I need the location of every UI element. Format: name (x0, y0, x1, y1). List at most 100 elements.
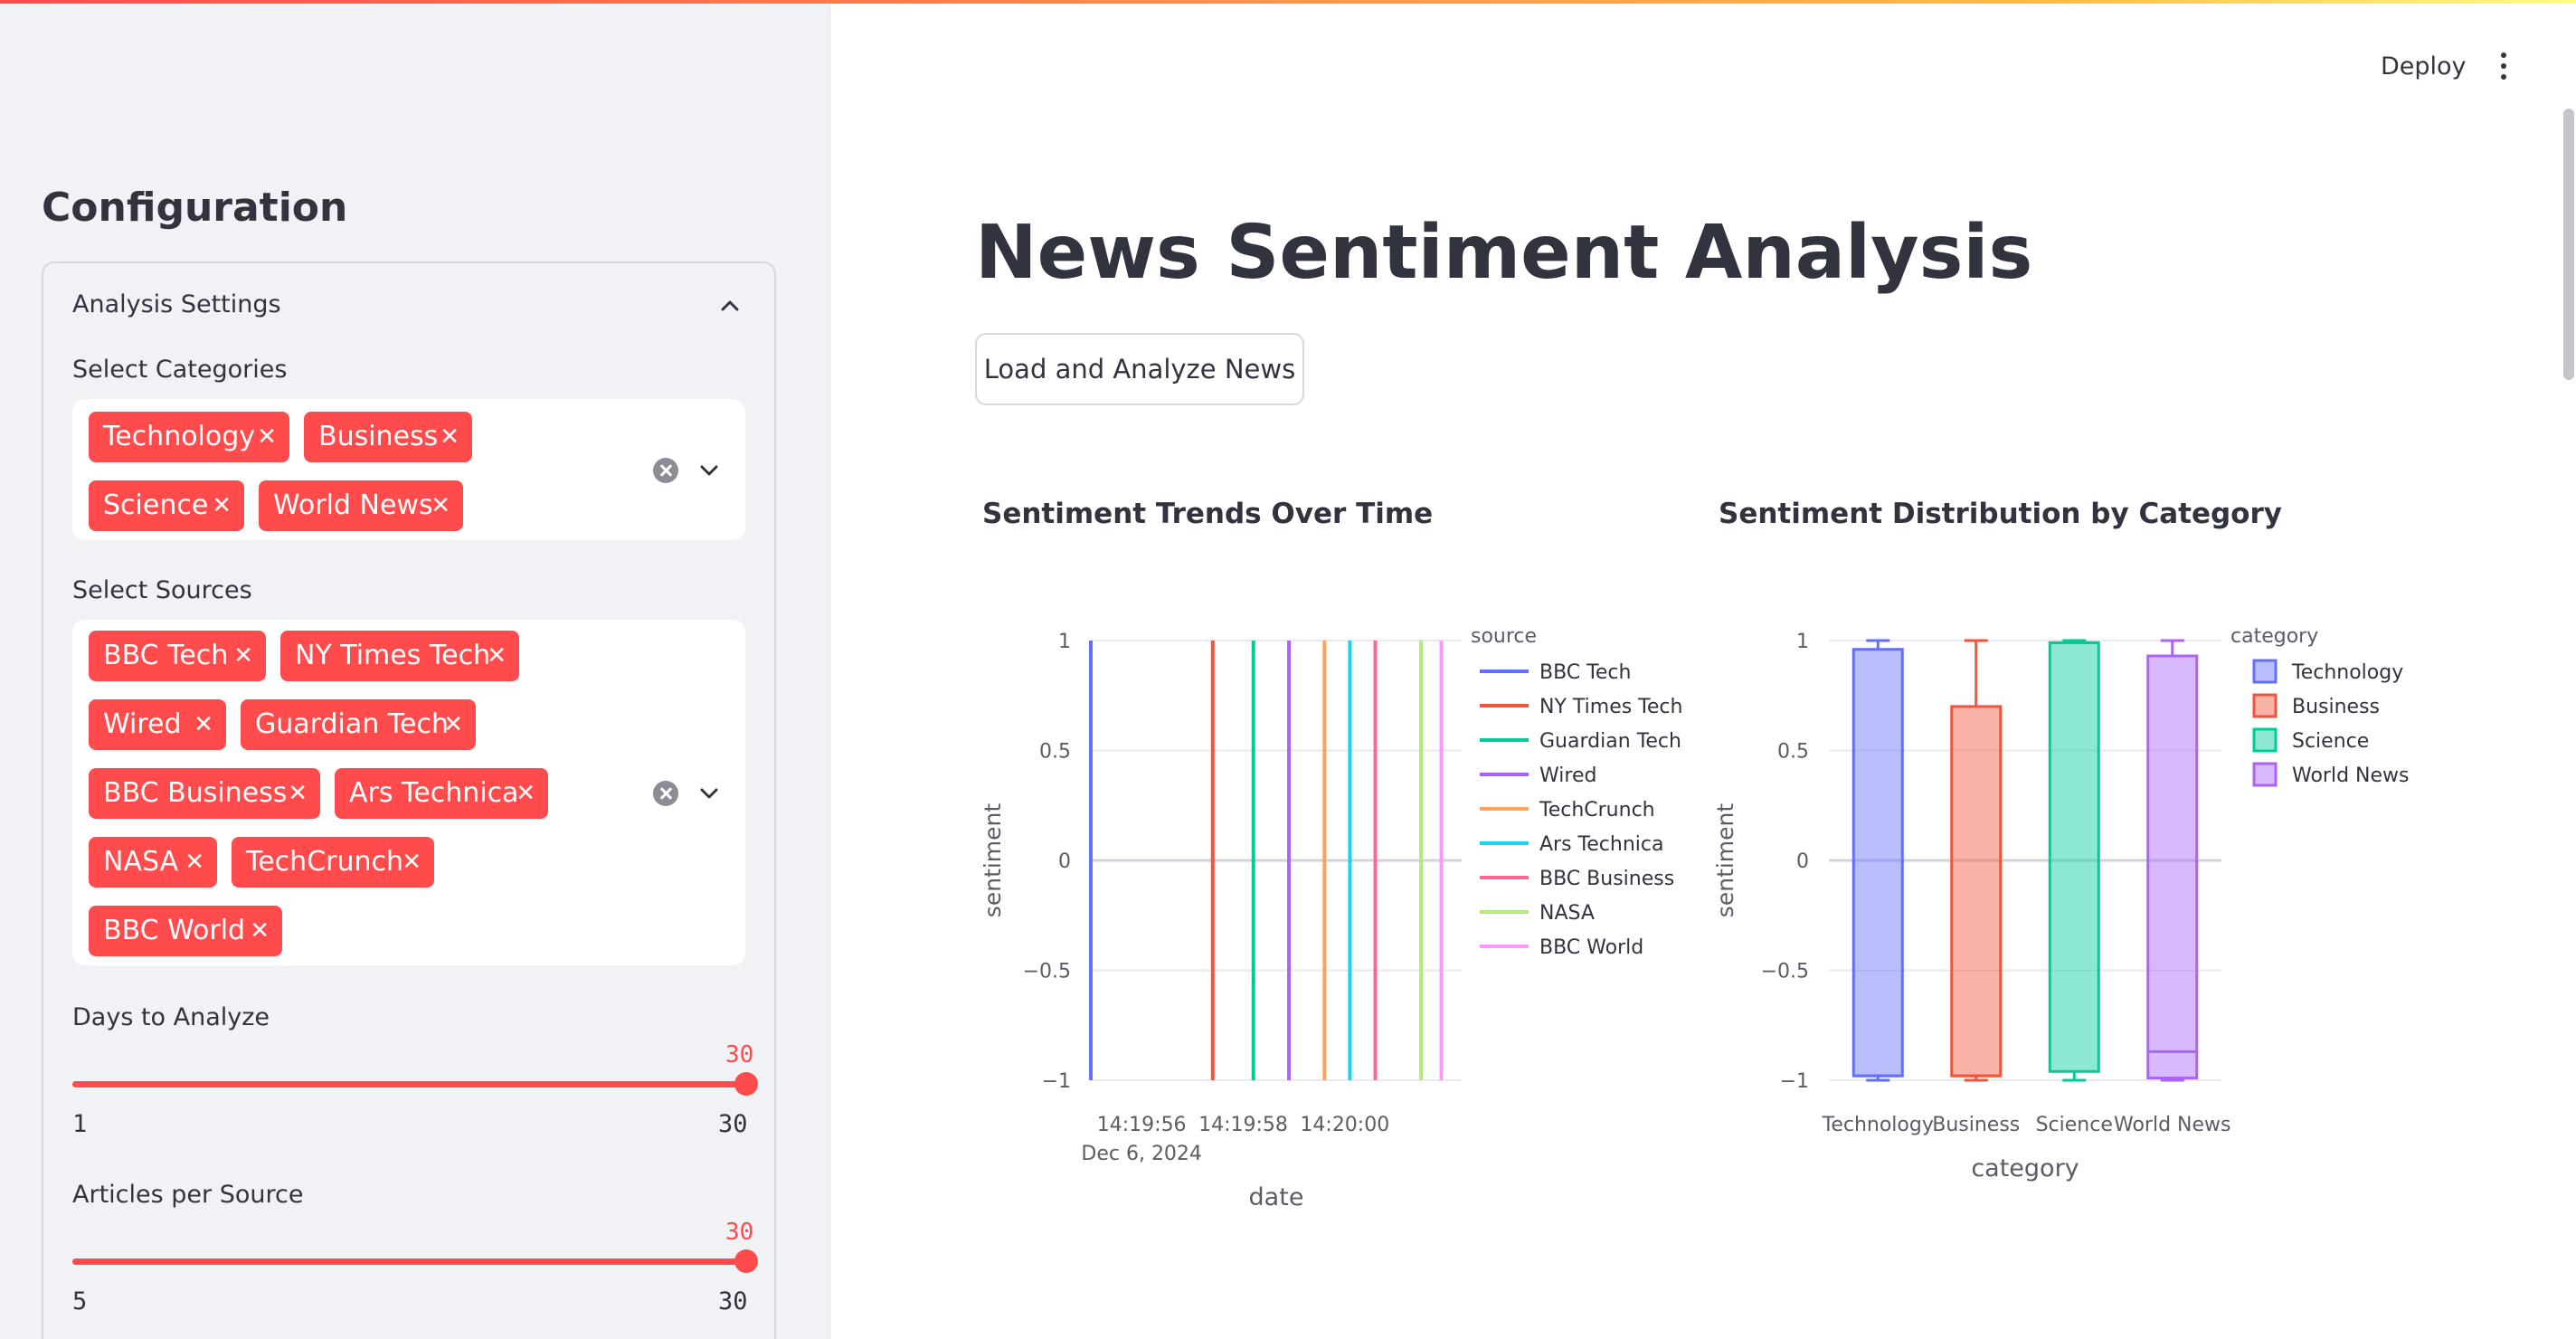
clear-all-icon[interactable] (653, 458, 678, 483)
articles-label: Articles per Source (72, 1181, 304, 1209)
tag-bbc-tech[interactable]: BBC Tech ✕ (89, 631, 266, 681)
sentiment-trends-chart[interactable]: 1 0.5 0 −0.5 −1 14:19:56 14:19:58 14:20:00 Dec 6… (968, 597, 1691, 1249)
x-tick-label: 14:19:56 (1097, 1114, 1187, 1136)
remove-icon[interactable]: ✕ (185, 837, 204, 888)
legend-item: NASA (1539, 902, 1595, 925)
tag-techcrunch[interactable]: TechCrunch ✕ (232, 837, 434, 888)
legend-item: Ars Technica (1539, 833, 1663, 856)
legend-item: Business (2292, 696, 2380, 718)
y-tick-label: −0.5 (1761, 961, 1809, 983)
remove-icon[interactable]: ✕ (431, 480, 450, 531)
days-min: 1 (72, 1110, 88, 1138)
x-tick-label: World News (2114, 1114, 2231, 1136)
legend-item: TechCrunch (1539, 799, 1655, 821)
tag-bbc-world[interactable]: BBC World ✕ (89, 906, 282, 956)
tag-nasa[interactable]: NASA ✕ (89, 837, 217, 888)
remove-icon[interactable]: ✕ (487, 631, 507, 681)
x-axis-title: date (1249, 1183, 1304, 1211)
days-value: 30 (725, 1041, 754, 1068)
remove-icon[interactable]: ✕ (233, 631, 253, 681)
y-axis-title: sentiment (980, 803, 1006, 918)
y-tick-label: −0.5 (1023, 961, 1071, 983)
legend-item: Technology (2291, 661, 2403, 684)
legend-title: source (1471, 625, 1537, 648)
articles-min: 5 (72, 1287, 88, 1315)
y-tick-label: 1 (1796, 631, 1809, 653)
y-tick-label: 0.5 (1039, 741, 1071, 764)
legend-item: Science (2292, 730, 2369, 753)
legend-item: NY Times Tech (1539, 696, 1682, 718)
more-menu-icon[interactable] (2493, 51, 2514, 81)
legend-title: category (2230, 625, 2318, 648)
chevron-down-icon[interactable] (696, 458, 722, 483)
legend-item: World News (2292, 764, 2410, 787)
tag-technology[interactable]: Technology ✕ (89, 412, 289, 462)
expander-label[interactable]: Analysis Settings (72, 290, 281, 318)
legend-item: BBC World (1539, 936, 1643, 959)
articles-value: 30 (725, 1219, 754, 1246)
x-tick-label: 14:19:58 (1198, 1114, 1288, 1136)
x-tick-label: 14:20:00 (1300, 1114, 1389, 1136)
legend-swatch (2252, 727, 2278, 753)
chevron-up-icon[interactable] (718, 294, 742, 318)
clear-all-icon[interactable] (653, 781, 678, 806)
deploy-button[interactable]: Deploy (2363, 47, 2485, 86)
page-title: News Sentiment Analysis (975, 210, 2033, 296)
legend-swatch (2252, 693, 2278, 718)
y-tick-label: 1 (1058, 631, 1071, 653)
legend-swatch (2252, 659, 2278, 684)
days-slider-thumb[interactable] (734, 1072, 758, 1096)
tag-wired[interactable]: Wired ✕ (89, 699, 226, 750)
tag-bbc-business[interactable]: BBC Business ✕ (89, 768, 320, 819)
remove-icon[interactable]: ✕ (257, 412, 277, 462)
sidebar: Configuration Analysis Settings Select C… (0, 4, 830, 1339)
x-tick-date-label: Dec 6, 2024 (1081, 1143, 1202, 1165)
tag-ars-technica[interactable]: Ars Technica ✕ (335, 768, 548, 819)
sources-label: Select Sources (72, 576, 252, 604)
chevron-down-icon[interactable] (696, 781, 722, 806)
tag-world-news[interactable]: World News ✕ (259, 480, 463, 531)
categories-multiselect[interactable]: Technology ✕ Business ✕ Science ✕ World New… (72, 399, 745, 540)
y-tick-label: 0.5 (1777, 741, 1809, 764)
tag-ny-times-tech[interactable]: NY Times Tech ✕ (280, 631, 519, 681)
y-tick-label: 0 (1796, 850, 1809, 873)
days-slider[interactable] (72, 1081, 745, 1087)
remove-icon[interactable]: ✕ (194, 699, 213, 750)
box-body (2146, 654, 2199, 1080)
tag-guardian-tech[interactable]: Guardian Tech ✕ (241, 699, 476, 750)
tag-science[interactable]: Science ✕ (89, 480, 244, 531)
articles-slider-thumb[interactable] (734, 1249, 758, 1273)
articles-max: 30 (718, 1287, 748, 1315)
remove-icon[interactable]: ✕ (250, 906, 270, 956)
y-tick-label: 0 (1058, 850, 1071, 873)
remove-icon[interactable]: ✕ (288, 768, 308, 819)
remove-icon[interactable]: ✕ (516, 768, 535, 819)
remove-icon[interactable]: ✕ (443, 699, 463, 750)
scrollbar[interactable] (2563, 109, 2574, 380)
legend-item: Wired (1539, 764, 1596, 787)
categories-label: Select Categories (72, 356, 288, 384)
remove-icon[interactable]: ✕ (212, 480, 232, 531)
remove-icon[interactable]: ✕ (402, 837, 421, 888)
box-body (1950, 705, 2003, 1078)
load-analyze-button[interactable]: Load and Analyze News (975, 333, 1304, 405)
x-tick-label: Business (1932, 1114, 2020, 1136)
sources-multiselect[interactable]: BBC Tech ✕ NY Times Tech ✕ Wired ✕ Guardian… (72, 620, 745, 965)
sidebar-title: Configuration (42, 185, 348, 231)
y-tick-label: −1 (1780, 1070, 1809, 1093)
legend-item: BBC Tech (1539, 661, 1631, 684)
days-label: Days to Analyze (72, 1003, 270, 1031)
chart-title-trends: Sentiment Trends Over Time (982, 498, 1434, 530)
remove-icon[interactable]: ✕ (440, 412, 459, 462)
y-tick-label: −1 (1042, 1070, 1071, 1093)
x-tick-label: Science (2036, 1114, 2113, 1136)
box-body (1852, 648, 1904, 1078)
legend-item: Guardian Tech (1539, 730, 1681, 753)
chart-title-distribution: Sentiment Distribution by Category (1719, 498, 2282, 530)
sentiment-distribution-chart[interactable]: 10.50−0.5−1TechnologyBusiness Science Worl… (1700, 597, 2460, 1249)
tag-business[interactable]: Business ✕ (304, 412, 472, 462)
x-tick-label: Technology (1822, 1114, 1934, 1136)
articles-slider[interactable] (72, 1258, 745, 1265)
y-axis-title: sentiment (1712, 803, 1738, 918)
box-body (2048, 641, 2100, 1073)
